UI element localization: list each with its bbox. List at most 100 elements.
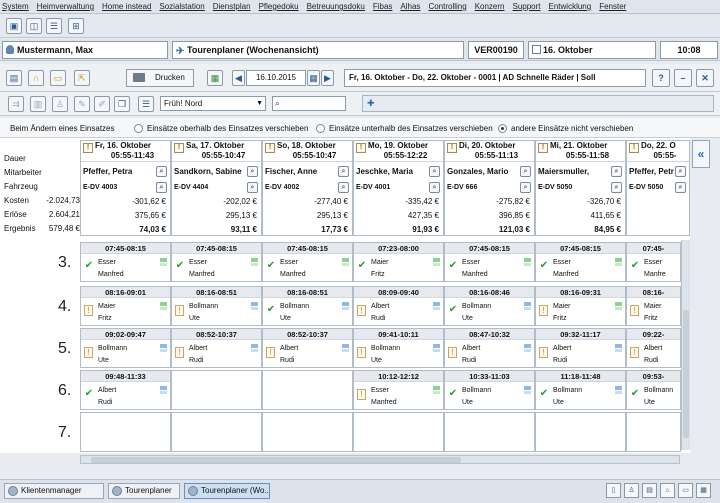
export-icon[interactable]: ⇱: [74, 70, 90, 86]
save-icon[interactable]: ▤: [6, 70, 22, 86]
magnifier-icon[interactable]: ⌕: [520, 166, 531, 177]
slot-cell[interactable]: 09:22-! Albert Rudi: [626, 328, 681, 368]
slot-cell[interactable]: 07:45-08:15 ✔ Esser Manfred: [262, 242, 353, 282]
help-icon[interactable]: ?: [652, 69, 670, 87]
list-icon[interactable]: ☰: [138, 96, 154, 112]
double-chevron-left-icon[interactable]: «: [692, 140, 710, 168]
slot-cell[interactable]: 08:52-10:37! Albert Rudi: [171, 328, 262, 368]
slot-cell[interactable]: 08:16-08:51 ✔ Bollmann Ute: [262, 286, 353, 326]
slot-cell[interactable]: 10:33-11:03 ✔ Bollmann Ute: [444, 370, 535, 410]
menu-item-konzern[interactable]: Konzern: [475, 2, 505, 11]
task-tab-klientenmanager[interactable]: Klientenmanager: [4, 483, 104, 499]
day-column-header[interactable]: ! Di, 20. Oktober 05:55-11:13 Gonzales, Mar…: [444, 140, 535, 236]
menu-item-home-instead[interactable]: Home instead: [102, 2, 151, 11]
day-column-header[interactable]: ! Mi, 21. Oktober 05:55-11:58 Maiersmuller,…: [535, 140, 626, 236]
house-icon[interactable]: ⌂: [660, 483, 675, 498]
radio-no-shift[interactable]: [498, 124, 507, 133]
slot-cell[interactable]: 07:45-08:15 ✔ Esser Manfred: [80, 242, 171, 282]
slot-cell[interactable]: 08:16-! Maier Fritz: [626, 286, 681, 326]
task-tab-tourenplaner-woche[interactable]: Tourenplaner (Wo...: [184, 483, 270, 499]
slot-cell[interactable]: 07:45- ✔ Esser Manfre: [626, 242, 681, 282]
calendar-picker-icon[interactable]: ▦: [307, 70, 320, 86]
slot-cell[interactable]: [80, 412, 171, 452]
day-column-header[interactable]: ! Do, 22. O 05:55- Pfeffer, Petr ⌕ E-DV 5050 ⌕: [626, 140, 690, 236]
print-button[interactable]: Drucken: [126, 69, 194, 87]
magnifier-icon[interactable]: ⌕: [429, 166, 440, 177]
slot-cell[interactable]: [262, 370, 353, 410]
magnifier-icon[interactable]: ⌕: [338, 182, 349, 193]
slot-cell[interactable]: 08:16-09:31! Maier Fritz: [535, 286, 626, 326]
day-column-header[interactable]: ! Fr, 16. Oktober 05:55-11:43 Pfeffer, Petr…: [80, 140, 171, 236]
slot-cell[interactable]: 07:45-08:15 ✔ Esser Manfred: [171, 242, 262, 282]
copy-icon[interactable]: ❐: [114, 96, 130, 112]
folder-icon[interactable]: ▭: [50, 70, 66, 86]
horizontal-scroll-thumb[interactable]: [91, 457, 461, 463]
magnifier-icon[interactable]: ⌕: [247, 166, 258, 177]
home-icon[interactable]: ▣: [6, 18, 22, 34]
slot-cell[interactable]: 08:16-08:51! Bollmann Ute: [171, 286, 262, 326]
slot-cell[interactable]: 10:12-12:12! Esser Manfred: [353, 370, 444, 410]
menu-item-betreuungsdoku[interactable]: Betreuungsdoku: [307, 2, 365, 11]
slot-cell[interactable]: 09:41-10:11! Bollmann Ute: [353, 328, 444, 368]
pin-icon[interactable]: ✚: [367, 98, 375, 109]
slot-cell[interactable]: 09:53- ✔ Bollmann Ute: [626, 370, 681, 410]
menu-item-fibas[interactable]: Fibas: [373, 2, 393, 11]
slot-cell[interactable]: [262, 412, 353, 452]
slot-cell[interactable]: 07:45-08:15 ✔ Esser Manfred: [444, 242, 535, 282]
magnifier-icon[interactable]: ⌕: [429, 182, 440, 193]
menu-item-pflegedoku[interactable]: Pflegedoku: [259, 2, 299, 11]
menu-item-support[interactable]: Support: [512, 2, 540, 11]
magnifier-icon[interactable]: ⌕: [338, 166, 349, 177]
slot-cell[interactable]: [444, 412, 535, 452]
vertical-scrollbar[interactable]: [681, 240, 690, 450]
slot-cell[interactable]: 08:16-08:46 ✔ Bollmann Ute: [444, 286, 535, 326]
slot-cell[interactable]: [535, 412, 626, 452]
menu-item-controlling[interactable]: Controlling: [428, 2, 466, 11]
minimize-icon[interactable]: –: [674, 69, 692, 87]
magnifier-icon[interactable]: ⌕: [520, 182, 531, 193]
window-icon[interactable]: ◫: [26, 18, 42, 34]
radio-shift-below[interactable]: [316, 124, 325, 133]
person-icon[interactable]: ♙: [52, 96, 68, 112]
lock-icon[interactable]: ∩: [28, 70, 44, 86]
slot-cell[interactable]: [171, 412, 262, 452]
radio-shift-above[interactable]: [134, 124, 143, 133]
print-small-icon[interactable]: ▤: [642, 483, 657, 498]
menu-item-alhas[interactable]: Alhas: [400, 2, 420, 11]
menu-item-dienstplan[interactable]: Dienstplan: [213, 2, 251, 11]
slot-cell[interactable]: [626, 412, 681, 452]
notes-icon[interactable]: ✐: [94, 96, 110, 112]
slot-cell[interactable]: 07:23-08:00 ✔ Maier Fritz: [353, 242, 444, 282]
date-input[interactable]: 16.10.2015: [246, 70, 306, 86]
slot-cell[interactable]: 08:16-09:01! Maier Fritz: [80, 286, 171, 326]
slot-cell[interactable]: 08:09-09:40! Albert Rudi: [353, 286, 444, 326]
slot-cell[interactable]: 09:32-11:17! Albert Rudi: [535, 328, 626, 368]
menu-item-system[interactable]: System: [2, 2, 29, 11]
task-tab-tourenplaner[interactable]: Tourenplaner: [108, 483, 180, 499]
magnifier-icon[interactable]: ⌕: [611, 166, 622, 177]
slot-cell[interactable]: [353, 412, 444, 452]
people-icon[interactable]: ♙: [624, 483, 639, 498]
slot-cell[interactable]: 11:18-11:48 ✔ Bollmann Ute: [535, 370, 626, 410]
vertical-scroll-thumb[interactable]: [683, 310, 689, 438]
close-icon[interactable]: ✕: [696, 69, 714, 87]
slot-cell[interactable]: 07:45-08:15 ✔ Esser Manfred: [535, 242, 626, 282]
slot-cell[interactable]: 09:48-11:33 ✔ Albert Rudi: [80, 370, 171, 410]
edit-icon[interactable]: ✎: [74, 96, 90, 112]
day-column-header[interactable]: ! So, 18. Oktober 05:55-10:47 Fischer, Anne…: [262, 140, 353, 236]
document-icon[interactable]: ▯: [606, 483, 621, 498]
slot-cell[interactable]: 08:52-10:37! Albert Rudi: [262, 328, 353, 368]
magnifier-icon[interactable]: ⌕: [156, 166, 167, 177]
day-column-header[interactable]: ! Sa, 17. Oktober 05:55-10:47 Sandkorn, Sab…: [171, 140, 262, 236]
contacts-icon[interactable]: ☰: [46, 18, 62, 34]
move-icon[interactable]: ⇉: [8, 96, 24, 112]
next-date-button[interactable]: ▶: [321, 70, 334, 86]
menu-item-entwicklung[interactable]: Entwicklung: [549, 2, 592, 11]
day-column-header[interactable]: ! Mo, 19. Oktober 05:55-12:22 Jeschke, Mari…: [353, 140, 444, 236]
excel-icon[interactable]: ▦: [207, 70, 223, 86]
tour-select[interactable]: Früh! Nord ▼: [160, 96, 266, 111]
menu-item-sozialstation[interactable]: Sozialstation: [159, 2, 204, 11]
magnifier-icon[interactable]: ⌕: [611, 182, 622, 193]
search-input[interactable]: ⌕: [272, 96, 346, 111]
screen-icon[interactable]: ▭: [678, 483, 693, 498]
